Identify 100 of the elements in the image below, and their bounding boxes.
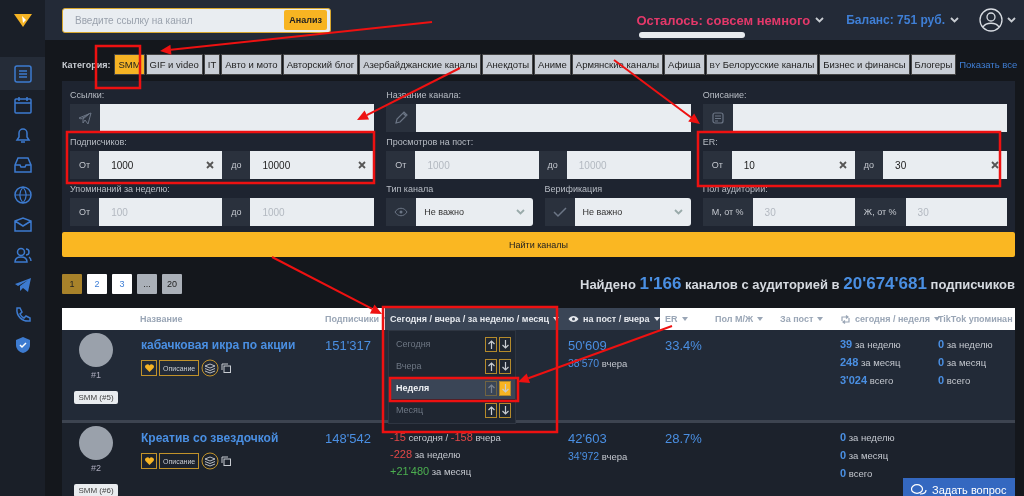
field-label: Описание: <box>702 90 748 100</box>
range-prefix: От <box>70 151 100 179</box>
range-prefix: до <box>222 151 251 179</box>
category-tab[interactable]: Азербайджанские каналы <box>359 54 482 75</box>
number-field[interactable]: 10000 <box>250 151 375 179</box>
subscriber-count: 148'542 <box>325 431 372 446</box>
column-header[interactable]: Сегодня / вчера / за неделю / месяц <box>385 308 563 330</box>
sort-ascending-button[interactable] <box>485 358 497 374</box>
views-per-post: 50'609 <box>568 338 608 353</box>
sort-descending-button[interactable] <box>499 336 511 352</box>
channel-link-field[interactable]: Введите ссылку на канал Анализ <box>62 7 331 33</box>
chevron-down-icon <box>1007 17 1016 23</box>
range-prefix: От <box>70 198 100 226</box>
range-prefix: до <box>854 151 884 179</box>
select-field[interactable]: Не важно <box>416 198 533 226</box>
text-area[interactable] <box>100 104 375 132</box>
balance-label[interactable]: Баланс: 751 руб. <box>846 13 945 27</box>
category-tag: SMM (#6) <box>74 484 118 496</box>
remaining-label[interactable]: Осталось: совсем немного <box>636 12 811 28</box>
channel-name-link[interactable]: Креатив со звездочкой <box>135 431 315 445</box>
category-tab[interactable]: Аниме <box>534 54 571 75</box>
clear-icon[interactable] <box>838 161 847 169</box>
show-all-link[interactable]: Показать все <box>959 59 1018 70</box>
pencil-icon <box>394 111 409 125</box>
field-label: Упоминаний за неделю: <box>70 184 171 194</box>
ask-question-button[interactable]: Задать вопрос <box>903 478 1015 496</box>
globe-icon[interactable] <box>12 185 33 205</box>
category-tab[interactable]: IT <box>203 54 221 75</box>
rank-label: #1 <box>91 370 101 380</box>
range-prefix: От <box>702 151 732 179</box>
check-icon <box>552 206 567 218</box>
category-tab[interactable]: Авто и мото <box>221 54 282 75</box>
favorite-button[interactable] <box>141 360 157 376</box>
number-input[interactable]: 10 <box>741 158 839 172</box>
list-icon[interactable] <box>12 63 33 84</box>
sort-descending-button[interactable] <box>499 380 511 396</box>
field-label: Верификация <box>544 184 604 194</box>
clear-icon[interactable] <box>991 161 999 169</box>
clear-icon[interactable] <box>358 161 367 169</box>
page-button[interactable]: 1 <box>62 274 82 294</box>
arrow-down-icon <box>501 339 509 349</box>
tiktok-stat: 0 за месяц <box>938 356 988 368</box>
number-input[interactable]: 30 <box>893 158 991 172</box>
page-button[interactable]: 3 <box>112 274 132 294</box>
send-icon <box>78 111 92 125</box>
avatar-photo <box>79 333 113 367</box>
number-field[interactable]: 30 <box>883 151 1007 179</box>
heart-icon <box>144 364 154 372</box>
growth-stat: +21'480 за месяц <box>390 465 473 477</box>
page-button[interactable]: 20 <box>162 274 182 294</box>
number-input[interactable]: 1000 <box>109 158 207 172</box>
page-button[interactable]: ... <box>137 274 157 294</box>
category-tab[interactable]: Авторский блог <box>282 54 359 75</box>
category-tab[interactable]: Бизнес и финансы <box>819 54 910 75</box>
subscriber-count: 151'317 <box>325 338 372 353</box>
sort-descending-button[interactable] <box>499 358 511 374</box>
category-tab[interactable]: Анекдоты <box>482 54 534 75</box>
number-input[interactable]: 10000 <box>260 158 359 172</box>
users-icon[interactable] <box>12 245 33 265</box>
layers-icon[interactable] <box>201 359 220 377</box>
range-prefix: Ж, от % <box>854 198 906 226</box>
page-button[interactable]: 2 <box>87 274 107 294</box>
channel-name-link[interactable]: кабачковая икра по акции <box>135 338 315 352</box>
column-header[interactable]: на пост / вчера <box>563 308 660 330</box>
field-label: Подписчиков: <box>70 137 128 147</box>
text-area[interactable] <box>732 104 1007 132</box>
sort-descending-button[interactable] <box>499 402 511 418</box>
er-value: 28.7% <box>665 431 703 446</box>
find-channels-button[interactable]: Найти каналы <box>62 232 1015 257</box>
select-field[interactable]: Не важно <box>574 198 691 226</box>
eye-icon <box>394 207 409 217</box>
copy-icon[interactable] <box>221 363 232 373</box>
repost-stat: 248 за месяц <box>840 356 902 368</box>
number-field[interactable]: 1000 <box>99 151 223 179</box>
category-tab[interactable]: Афиша <box>664 54 705 75</box>
number-field[interactable]: 10 <box>731 151 855 179</box>
category-tag: SMM (#5) <box>74 391 118 404</box>
analyze-button[interactable]: Анализ <box>284 10 327 30</box>
rank-label: #2 <box>91 463 101 473</box>
tiktok-stat: 0 за неделю <box>938 338 994 350</box>
tiktok-stat: 0 всего <box>938 374 972 386</box>
inbox-icon[interactable] <box>12 155 33 175</box>
repost-stat: 39 за неделю <box>840 338 902 350</box>
sort-ascending-button[interactable] <box>485 402 497 418</box>
sort-ascending-button[interactable] <box>485 336 497 352</box>
arrow-down-icon <box>501 383 509 393</box>
growth-stat: -228 за неделю <box>390 448 462 460</box>
mail-icon[interactable] <box>12 215 33 235</box>
category-tab[interactable]: BY Белорусские каналы <box>705 54 819 75</box>
calendar-icon[interactable] <box>12 95 33 115</box>
category-tab[interactable]: Блогеры <box>910 54 957 75</box>
user-avatar-icon[interactable] <box>979 8 1003 32</box>
category-tab[interactable]: GIF и video <box>145 54 203 75</box>
clear-icon[interactable] <box>206 161 215 169</box>
arrow-up-icon <box>487 339 495 349</box>
views-per-post: 42'603 <box>568 431 608 446</box>
layers-icon[interactable] <box>201 452 220 470</box>
favorite-button[interactable] <box>141 453 157 469</box>
copy-icon[interactable] <box>221 456 232 466</box>
arrow-up-icon <box>487 405 495 415</box>
